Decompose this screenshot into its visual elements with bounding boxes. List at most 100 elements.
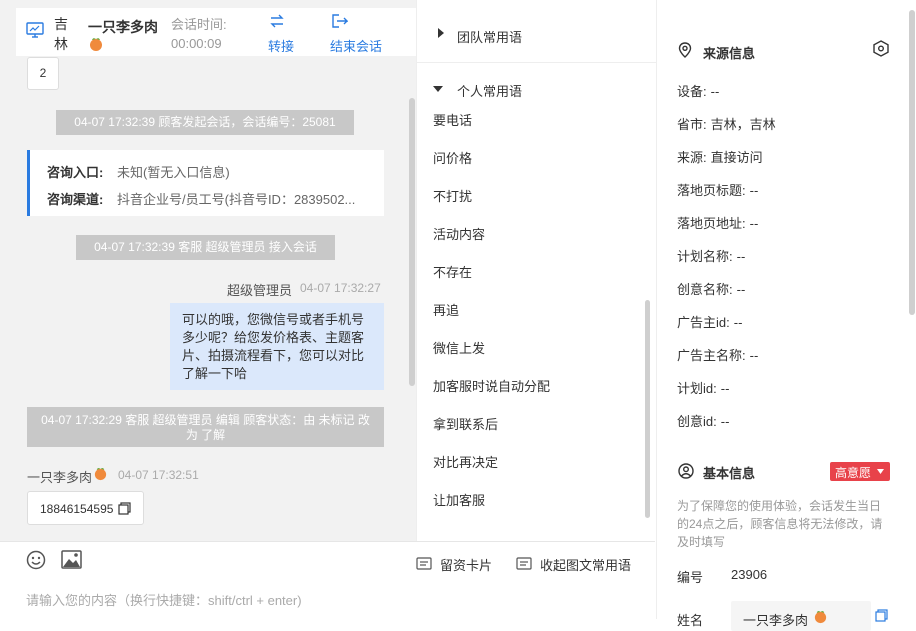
phrase-item[interactable]: 对比再决定	[433, 452, 633, 490]
agent-message-bubble: 可以的哦，您微信号或者手机号多少呢？给您发价格表、主题客片、拍摄流程看下，您可以…	[170, 303, 384, 390]
source-row-label: 计划id:	[677, 381, 717, 396]
phrase-item[interactable]: 不存在	[433, 262, 633, 300]
source-row: 计划名称: --	[677, 246, 902, 279]
source-row-label: 来源:	[677, 150, 707, 165]
source-row-value: --	[749, 348, 759, 363]
chat-panel: 吉林 一只李多肉 会话时间: 00:00:09 转接 结束会话 2 04-07 …	[0, 0, 416, 619]
end-session-button[interactable]: 结束会话	[330, 12, 392, 56]
phrase-item[interactable]: 活动内容	[433, 224, 633, 262]
exit-icon	[332, 14, 348, 28]
phrase-item[interactable]: 微信上发	[433, 338, 633, 376]
source-row-value: --	[720, 381, 730, 396]
phrase-item[interactable]: 拿到联系后	[433, 414, 633, 452]
caret-right-icon	[437, 28, 445, 38]
customer-nickname: 一只李多肉	[88, 19, 158, 35]
emoji-icon[interactable]	[26, 550, 46, 570]
source-info-title: 来源信息	[703, 46, 756, 61]
phrase-item[interactable]: 要电话	[433, 110, 633, 148]
id-value: 23906	[731, 567, 768, 582]
source-row-label: 创意名称:	[677, 282, 733, 297]
source-row: 来源: 直接访问	[677, 147, 902, 180]
system-message-start: 04-07 17:32:39 顾客发起会话，会话编号：25081	[56, 110, 354, 135]
personal-phrases-toggle[interactable]: 个人常用语	[417, 72, 657, 104]
channel-value: 抖音企业号/员工号(抖音号ID：2839502...	[117, 192, 356, 207]
phrase-item[interactable]: 加客服时说自动分配	[433, 376, 633, 414]
source-info-list: 设备: -- 省市: 吉林，吉林 来源: 直接访问 落地页标题: -- 落地页地址: --…	[677, 81, 902, 444]
image-icon[interactable]	[61, 550, 82, 569]
transfer-button[interactable]: 转接	[268, 12, 304, 56]
transfer-label: 转接	[268, 39, 295, 54]
info-scrollbar[interactable]	[909, 10, 915, 315]
source-row-value: 吉林，吉林	[710, 117, 776, 132]
chat-scrollbar[interactable]	[409, 98, 415, 386]
location-pin-icon	[678, 42, 692, 58]
source-row: 设备: --	[677, 81, 902, 114]
caret-down-icon	[433, 85, 443, 93]
source-row: 省市: 吉林，吉林	[677, 114, 902, 147]
peach-icon	[93, 466, 108, 481]
source-row: 落地页标题: --	[677, 180, 902, 213]
intent-badge-label: 高意愿	[835, 466, 872, 480]
end-session-label: 结束会话	[330, 39, 383, 54]
source-row-value: --	[720, 414, 730, 429]
card-icon	[516, 557, 532, 570]
source-row-value: --	[749, 216, 759, 231]
caret-down-icon	[877, 469, 884, 474]
system-message-status-edit: 04-07 17:32:29 客服 超级管理员 编辑 顾客状态：由 未标记 改为…	[27, 407, 384, 447]
consult-info-card: 咨询入口: 未知(暂无入口信息) 咨询渠道: 抖音企业号/员工号(抖音号ID：2…	[27, 150, 384, 216]
intent-badge-dropdown[interactable]: 高意愿	[830, 462, 890, 481]
channel-label: 咨询渠道:	[47, 192, 104, 207]
customer-message-time: 04-07 17:32:51	[118, 468, 199, 482]
source-row-value: --	[733, 315, 743, 330]
name-field[interactable]: 一只李多肉	[731, 601, 871, 631]
id-label: 编号	[677, 570, 704, 585]
basic-info-title: 基本信息	[703, 466, 756, 481]
lead-card-label: 留资卡片	[440, 558, 493, 573]
source-row-label: 省市:	[677, 117, 707, 132]
phrase-item[interactable]: 再追	[433, 300, 633, 338]
info-panel: 来源信息 设备: -- 省市: 吉林，吉林 来源: 直接访问 落地页标题: -- 落地页…	[656, 0, 916, 631]
card-icon	[416, 557, 432, 570]
source-row: 创意名称: --	[677, 279, 902, 312]
team-phrases-title: 团队常用语	[457, 30, 523, 45]
phrase-item[interactable]: 问价格	[433, 148, 633, 186]
peach-icon	[88, 36, 104, 52]
name-label: 姓名	[677, 613, 704, 628]
message-input[interactable]: 请输入您的内容（换行快捷键：shift/ctrl + enter)	[26, 590, 626, 612]
source-row-value: --	[749, 183, 759, 198]
phrase-item[interactable]: 让加客服	[433, 490, 633, 528]
source-row: 落地页地址: --	[677, 213, 902, 246]
monitor-icon	[26, 22, 44, 38]
source-row: 广告主名称: --	[677, 345, 902, 378]
peach-icon	[813, 609, 828, 624]
phrase-item[interactable]: 不打扰	[433, 186, 633, 224]
collapse-phrases-label: 收起图文常用语	[540, 558, 632, 573]
transfer-icon	[269, 14, 285, 28]
source-row-label: 落地页地址:	[677, 216, 746, 231]
source-row-value: --	[736, 282, 746, 297]
personal-phrases-title: 个人常用语	[457, 84, 523, 99]
session-time-label: 会话时间:	[171, 17, 227, 32]
copy-icon[interactable]	[118, 502, 131, 515]
message-count-chip[interactable]: 2	[27, 57, 59, 90]
source-row: 计划id: --	[677, 378, 902, 411]
source-row-value: --	[736, 249, 746, 264]
customer-message-text: 18846154595	[40, 502, 114, 516]
source-row-label: 落地页标题:	[677, 183, 746, 198]
name-field-value: 一只李多肉	[743, 613, 809, 628]
source-row: 创意id: --	[677, 411, 902, 444]
team-phrases-toggle[interactable]: 团队常用语	[417, 0, 657, 63]
edit-notice: 为了保障您的使用体验，会话发生当日的24点之后，顾客信息将无法修改，请及时填写	[677, 499, 883, 549]
region-label: 吉林	[54, 16, 68, 52]
agent-message-time: 04-07 17:32:27	[300, 281, 381, 295]
source-row-label: 广告主id:	[677, 315, 730, 330]
source-row-label: 计划名称:	[677, 249, 733, 264]
copy-icon[interactable]	[875, 609, 888, 622]
phrases-scrollbar[interactable]	[645, 300, 650, 518]
system-message-assign: 04-07 17:32:39 客服 超级管理员 接入会话	[76, 235, 335, 260]
source-row-value: --	[710, 84, 720, 99]
phrase-list: 要电话 问价格 不打扰 活动内容 不存在 再追 微信上发 加客服时说自动分配 拿…	[433, 110, 633, 528]
chat-header: 吉林 一只李多肉 会话时间: 00:00:09 转接 结束会话	[16, 8, 416, 56]
customer-message-bubble[interactable]: 18846154595	[27, 491, 144, 525]
settings-hexagon-icon[interactable]	[873, 40, 889, 57]
